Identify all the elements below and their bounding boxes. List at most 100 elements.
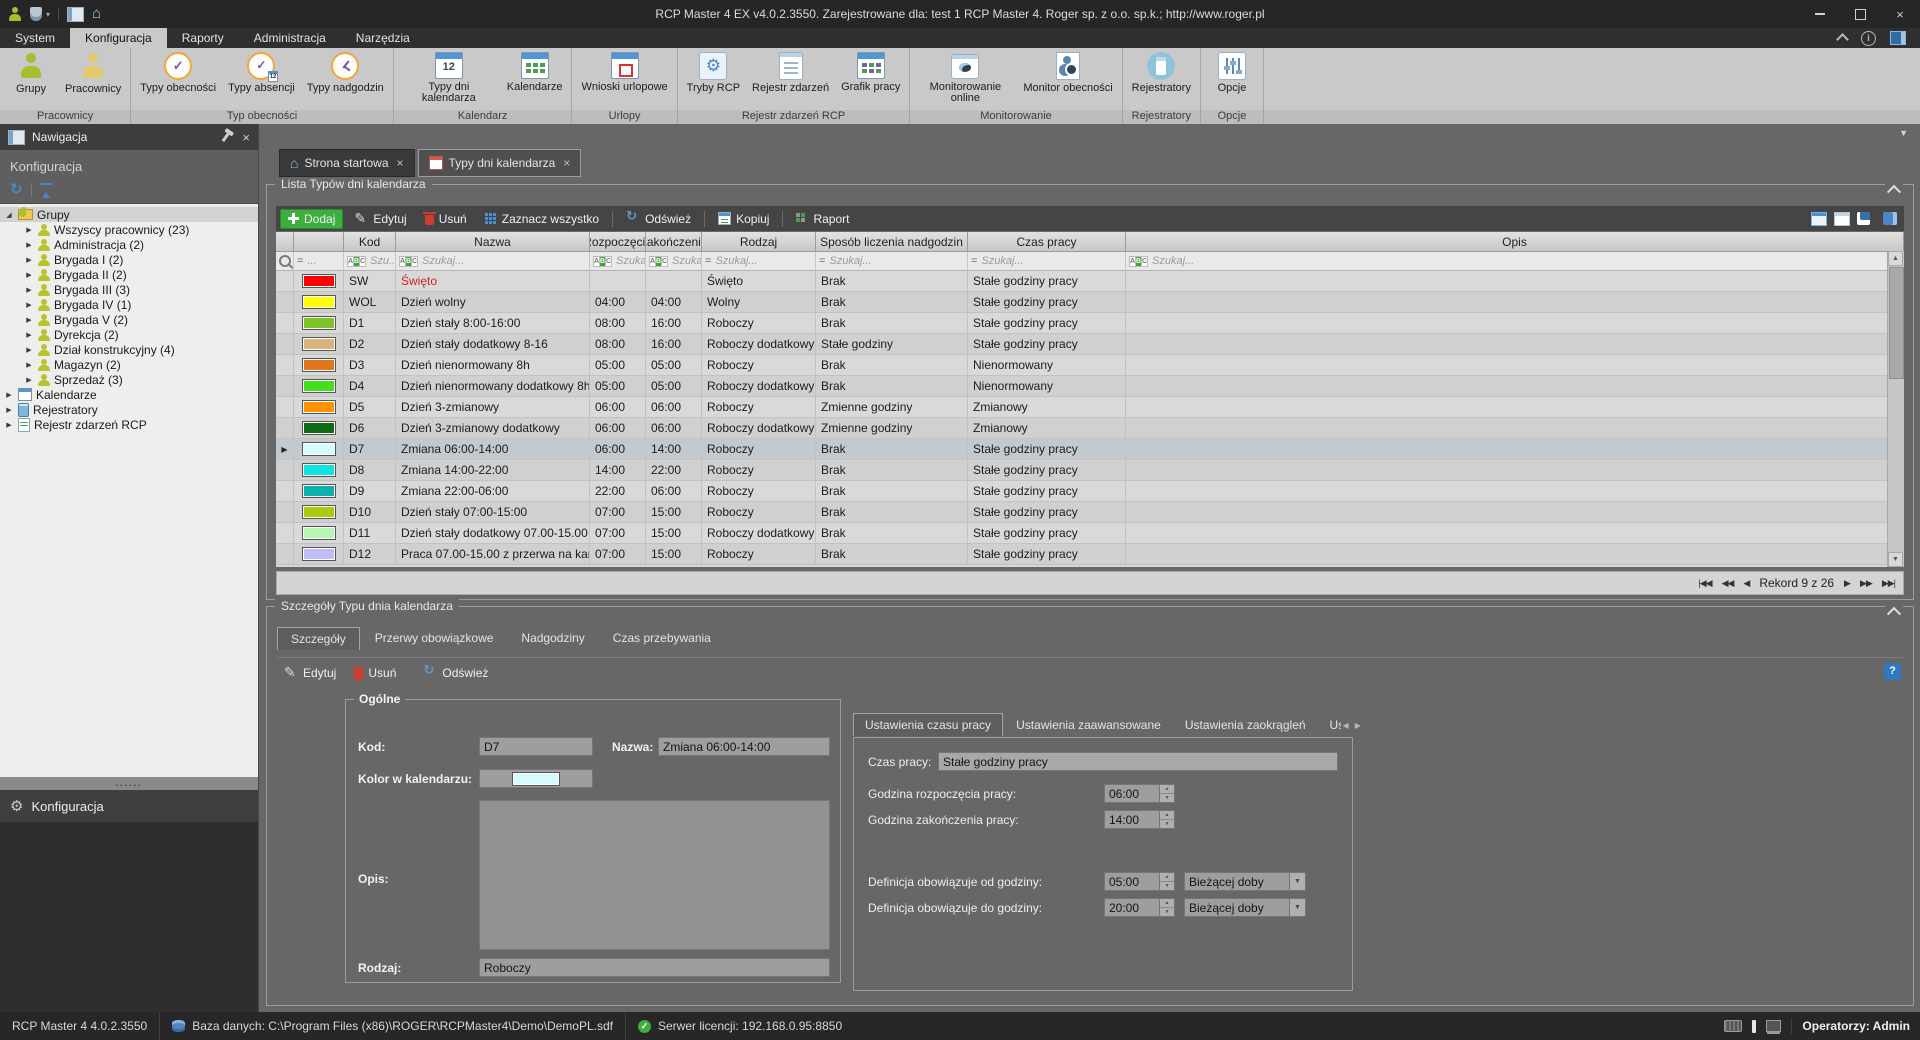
column-header-blank[interactable] [276, 232, 294, 252]
table-row-d11[interactable]: D11Dzień stały dodatkowy 07.00-15.0007:0… [276, 523, 1904, 544]
toolbar-button-zaznacz-wszystko[interactable]: Zaznacz wszystko [478, 210, 606, 228]
first-record-button[interactable]: |◀◀ [1698, 578, 1711, 589]
column-header-czas-pracy[interactable]: Czas pracy [968, 232, 1126, 252]
toolbar-button-odśwież[interactable]: Odśwież [619, 210, 698, 228]
table-row-d3[interactable]: D3Dzień nienormowany 8h05:0005:00Roboczy… [276, 355, 1904, 376]
menu-tab-administracja[interactable]: Administracja [239, 28, 341, 48]
table-view-icon[interactable] [1811, 212, 1827, 226]
next-page-button[interactable]: ▶▶ [1860, 578, 1872, 589]
ribbon-button-monitor-obecności[interactable]: Monitor obecności [1018, 50, 1117, 109]
pin-icon[interactable] [222, 132, 230, 141]
navigation-panel-icon[interactable] [67, 7, 84, 22]
tree-item-administracja-2-[interactable]: ▶Administracja (2) [0, 237, 258, 252]
tree-collapse-icon[interactable]: ▶ [24, 346, 34, 354]
menu-tab-konfiguracja[interactable]: Konfiguracja [70, 28, 167, 48]
tab-scroll-right-icon[interactable]: ▶ [1355, 721, 1361, 730]
toolbar-button-dodaj[interactable]: Dodaj [280, 209, 343, 229]
ribbon-button-typy-absencji[interactable]: Typy absencji [223, 50, 300, 109]
time-spinner-definicja-obowiązuje-do-godziny-[interactable]: 20:00▲▼ [1104, 898, 1175, 917]
toolbar-button-usuń[interactable]: Usuń [347, 664, 403, 682]
equals-filter-icon[interactable]: = [297, 255, 303, 267]
license-shield-icon[interactable] [30, 7, 42, 21]
vertical-scrollbar[interactable]: ▲ ▼ [1887, 251, 1904, 567]
chevron-down-icon[interactable]: ▼ [1290, 872, 1306, 891]
refresh-tree-icon[interactable]: ↻ [10, 182, 23, 197]
tree-collapse-icon[interactable]: ▶ [24, 241, 34, 249]
tree-item-brygada-iii-3-[interactable]: ▶Brygada III (3) [0, 282, 258, 297]
column-header-rodzaj[interactable]: Rodzaj [702, 232, 816, 252]
info-icon[interactable]: i [1861, 31, 1876, 46]
ribbon-button-typy-nadgodzin[interactable]: Typy nadgodzin [302, 50, 389, 109]
code-field[interactable]: D7 [479, 737, 593, 756]
tree-collapse-icon[interactable]: ▶ [24, 286, 34, 294]
toolbar-button-edytuj[interactable]: Edytuj [347, 210, 413, 228]
tree-collapse-icon[interactable]: ▶ [24, 376, 34, 384]
tree-collapse-icon[interactable]: ▶ [4, 391, 14, 399]
tab-czas-przebywania[interactable]: Czas przebywania [600, 627, 724, 650]
toolbar-button-usuń[interactable]: Usuń [418, 210, 474, 228]
description-textarea[interactable] [479, 800, 830, 950]
ribbon-button-kalendarze[interactable]: Kalendarze [502, 50, 568, 109]
tab-przerwy-obowiązkowe[interactable]: Przerwy obowiązkowe [362, 627, 507, 650]
sidebar-item-konfiguracja[interactable]: ⚙ Konfiguracja [0, 790, 258, 822]
collapse-group-icon[interactable] [1885, 181, 1903, 199]
table-row-sw[interactable]: SWŚwiętoŚwiętoBrakStałe godziny pracy [276, 271, 1904, 292]
table-row-d2[interactable]: D2Dzień stały dodatkowy 8-1608:0016:00Ro… [276, 334, 1904, 355]
time-spinner-godzina-zakończenia-pracy-[interactable]: 14:00▲▼ [1104, 810, 1175, 829]
close-tab-icon[interactable]: × [563, 156, 570, 170]
spinner-up-icon[interactable]: ▲ [1160, 785, 1174, 794]
abc-filter-icon[interactable]: ABC [649, 256, 668, 267]
panel-splitter[interactable]: ...... [0, 777, 258, 790]
tab-nadgodziny[interactable]: Nadgodziny [508, 627, 597, 650]
prev-page-button[interactable]: ◀◀ [1722, 578, 1734, 589]
home-icon[interactable]: ⌂ [92, 7, 101, 21]
column-header-sposób-liczenia-nadgodzin[interactable]: Sposób liczenia nadgodzin [816, 232, 968, 252]
tree-item-dział-konstrukcyjny-4-[interactable]: ▶Dział konstrukcyjny (4) [0, 342, 258, 357]
table-row-d7[interactable]: ▶D7Zmiana 06:00-14:0006:0014:00RoboczyBr… [276, 439, 1904, 460]
time-spinner-definicja-obowiązuje-od-godziny-[interactable]: 05:00▲▼ [1104, 872, 1175, 891]
tab-typy-dni-kalendarza[interactable]: Typy dni kalendarza× [418, 149, 582, 177]
equals-filter-icon[interactable]: = [971, 255, 977, 267]
ribbon-button-typy-dni-kalendarza[interactable]: Typy dni kalendarza [398, 50, 500, 109]
menu-tab-raporty[interactable]: Raporty [167, 28, 239, 48]
ribbon-button-wnioski-urlopowe[interactable]: Wnioski urlopowe [576, 50, 672, 109]
period-select-definicja-obowiązuje-do-godziny-[interactable]: Bieżącej doby▼ [1184, 898, 1306, 917]
tree-item-brygada-ii-2-[interactable]: ▶Brygada II (2) [0, 267, 258, 282]
user-icon[interactable] [8, 7, 22, 21]
spinner-down-icon[interactable]: ▼ [1160, 908, 1174, 916]
calendar-color-field[interactable] [479, 769, 593, 788]
tab-szczegóły[interactable]: Szczegóły [277, 627, 360, 650]
tree-item-wszyscy-pracownicy-23-[interactable]: ▶Wszyscy pracownicy (23) [0, 222, 258, 237]
tree-collapse-icon[interactable]: ▶ [24, 256, 34, 264]
spinner-down-icon[interactable]: ▼ [1160, 794, 1174, 802]
abc-filter-icon[interactable]: ABC [347, 256, 366, 267]
tab-ustawienia-zaawansowane[interactable]: Ustawienia zaawansowane [1005, 714, 1172, 736]
kind-field[interactable]: Roboczy [479, 958, 830, 977]
filter-cell[interactable]: =Szukaj... [968, 252, 1126, 271]
window-layout-icon[interactable] [1890, 31, 1906, 45]
tree-collapse-icon[interactable]: ▶ [4, 406, 14, 414]
tree-collapse-icon[interactable]: ▶ [24, 331, 34, 339]
spinner-up-icon[interactable]: ▲ [1160, 899, 1174, 908]
period-select-definicja-obowiązuje-od-godziny-[interactable]: Bieżącej doby▼ [1184, 872, 1306, 891]
collapse-ribbon-icon[interactable] [1836, 33, 1849, 46]
table-row-d8[interactable]: D8Zmiana 14:00-22:0014:0022:00RoboczyBra… [276, 460, 1904, 481]
equals-filter-icon[interactable]: = [819, 255, 825, 267]
table-row-d4[interactable]: D4Dzień nienormowany dodatkowy 8h05:0005… [276, 376, 1904, 397]
ribbon-button-opcje[interactable]: Opcje [1205, 50, 1259, 109]
chevron-down-icon[interactable]: ▼ [1290, 898, 1306, 917]
toolbar-button-kopiuj[interactable]: Kopiuj [711, 210, 776, 228]
filter-cell[interactable]: =Szukaj... [702, 252, 816, 271]
toolbar-button-raport[interactable]: Raport [789, 210, 856, 228]
collapse-all-icon[interactable] [40, 183, 52, 197]
ribbon-button-rejestr-zdarzeń[interactable]: Rejestr zdarzeń [747, 50, 834, 109]
scroll-up-icon[interactable]: ▲ [1888, 251, 1903, 266]
work-time-field[interactable]: Stałe godziny pracy [938, 752, 1338, 771]
dropdown-caret-icon[interactable]: ▾ [46, 10, 50, 19]
column-header-nazwa[interactable]: Nazwa [396, 232, 590, 252]
ribbon-button-grafik-pracy[interactable]: Grafik pracy [836, 50, 905, 109]
equals-filter-icon[interactable]: = [705, 255, 711, 267]
chevron-down-icon[interactable]: ▼ [1899, 128, 1908, 138]
scroll-down-icon[interactable]: ▼ [1888, 552, 1903, 567]
column-header-blank[interactable] [294, 232, 344, 252]
